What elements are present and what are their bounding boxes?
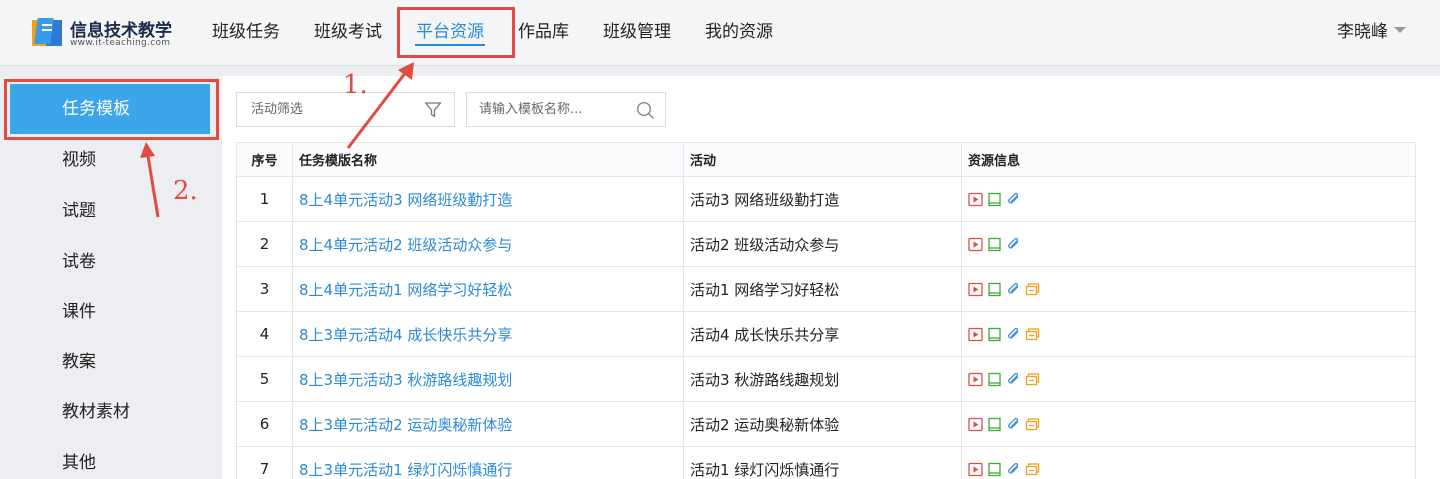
annotation-arrows — [140, 62, 414, 218]
annotation-arrow-1 — [346, 62, 414, 149]
annotation-arrow-2 — [140, 142, 160, 218]
